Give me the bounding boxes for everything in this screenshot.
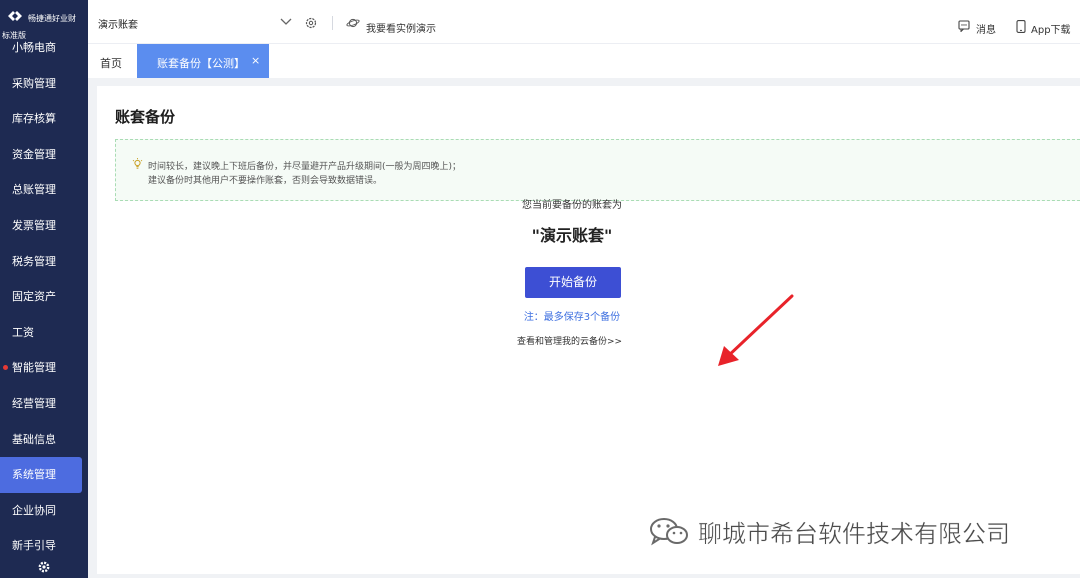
sidebar-item-label: 企业协同	[12, 503, 56, 517]
current-account-name: "演示账套"	[531, 226, 613, 245]
sidebar-item-ledger[interactable]: 总账管理	[0, 172, 88, 208]
brand-logo-icon	[8, 11, 22, 21]
red-arrow-annotation	[718, 294, 794, 366]
sidebar-item-label: 发票管理	[12, 218, 56, 232]
app-download-link[interactable]: App下载	[1031, 21, 1071, 36]
wechat-icon	[650, 518, 688, 546]
app-root: 畅捷通好业财 标准版 小畅电商 采购管理 库存核算 资金管理 总账管理 发票管理…	[0, 0, 1080, 578]
notice-line-2: 建议备份时其他用户不要操作账套，否则会导致数据错误。	[148, 176, 383, 186]
sidebar-item-tax[interactable]: 税务管理	[0, 244, 88, 280]
notice-line-1: 时间较长，建议晚上下班后备份，并尽量避开产品升级期间(一般为周四晚上)；	[148, 162, 462, 172]
sidebar-item-label: 资金管理	[12, 147, 56, 161]
tab-account-backup[interactable]: 账套备份【公测】 ×	[137, 44, 269, 78]
notice-box: 时间较长，建议晚上下班后备份，并尽量避开产品升级期间(一般为周四晚上)； 建议备…	[115, 139, 1080, 201]
page-title: 账套备份	[115, 108, 176, 126]
sidebar-item-collaboration[interactable]: 企业协同	[0, 493, 88, 529]
notification-dot	[3, 365, 8, 371]
sidebar-item-label: 基础信息	[12, 432, 56, 446]
sidebar-item-system[interactable]: 系统管理	[0, 457, 82, 493]
watermark: 聊城市希台软件技术有限公司	[648, 514, 1048, 550]
brand-name: 畅捷通好业财	[28, 14, 76, 23]
messages-link[interactable]: 消息	[976, 21, 996, 36]
sidebar-item-label: 工资	[12, 325, 34, 339]
sidebar-item-label: 采购管理	[12, 76, 56, 90]
tab-home[interactable]: 首页	[100, 55, 122, 71]
top-bar: 演示账套 我要看实例演示 消息 App下载	[88, 0, 1080, 44]
sidebar: 畅捷通好业财 标准版 小畅电商 采购管理 库存核算 资金管理 总账管理 发票管理…	[0, 0, 88, 578]
sidebar-item-inventory[interactable]: 库存核算	[0, 101, 88, 137]
sidebar-item-payroll[interactable]: 工资	[0, 315, 88, 351]
sidebar-item-label: 新手引导	[12, 539, 56, 553]
sidebar-item-label: 小畅电商	[12, 41, 56, 54]
sidebar-item-label: 智能管理	[12, 361, 56, 375]
sidebar-item-label: 经营管理	[12, 396, 56, 410]
planet-icon	[346, 18, 360, 28]
cloud-backup-link[interactable]: 查看和管理我的云备份>>	[517, 334, 622, 347]
sidebar-item-fixed-assets[interactable]: 固定资产	[0, 279, 88, 315]
watermark-text: 聊城市希台软件技术有限公司	[698, 520, 1010, 548]
sidebar-item-funds[interactable]: 资金管理	[0, 137, 88, 173]
divider	[332, 16, 333, 30]
sidebar-item-ecommerce[interactable]: 小畅电商	[0, 30, 88, 66]
sidebar-menu: 小畅电商 采购管理 库存核算 资金管理 总账管理 发票管理 税务管理 固定资产 …	[0, 30, 88, 564]
current-account-label: 您当前要备份的账套为	[522, 200, 622, 211]
sidebar-item-label: 系统管理	[12, 468, 56, 482]
sidebar-item-label: 固定资产	[12, 290, 56, 304]
backup-limit-note: 注：最多保存3个备份	[523, 312, 621, 323]
start-backup-button[interactable]: 开始备份	[525, 267, 621, 298]
lightbulb-icon	[132, 158, 143, 169]
sidebar-item-label: 总账管理	[12, 183, 56, 197]
sidebar-item-operations[interactable]: 经营管理	[0, 386, 88, 422]
sidebar-item-label: 库存核算	[12, 112, 56, 126]
sidebar-item-basic-info[interactable]: 基础信息	[0, 422, 88, 458]
gear-icon	[38, 561, 50, 573]
sidebar-item-smart[interactable]: 智能管理	[0, 350, 88, 386]
close-icon[interactable]: ×	[251, 54, 260, 67]
chevron-down-icon[interactable]	[280, 17, 292, 27]
sidebar-item-invoice[interactable]: 发票管理	[0, 208, 88, 244]
sidebar-item-purchase[interactable]: 采购管理	[0, 66, 88, 102]
backup-section: 您当前要备份的账套为 "演示账套" 开始备份 注：最多保存3个备份 查看和管理我…	[472, 196, 672, 356]
tab-bar: 首页 账套备份【公测】 ×	[88, 44, 1080, 78]
phone-icon[interactable]	[1016, 20, 1026, 33]
gear-icon[interactable]	[305, 17, 317, 29]
sidebar-item-label: 税务管理	[12, 254, 56, 268]
demo-link[interactable]: 我要看实例演示	[366, 20, 436, 35]
tab-label: 账套备份【公测】	[157, 57, 245, 70]
message-icon[interactable]	[958, 20, 970, 32]
sidebar-settings-button[interactable]	[0, 558, 88, 578]
account-select[interactable]: 演示账套	[98, 16, 138, 31]
